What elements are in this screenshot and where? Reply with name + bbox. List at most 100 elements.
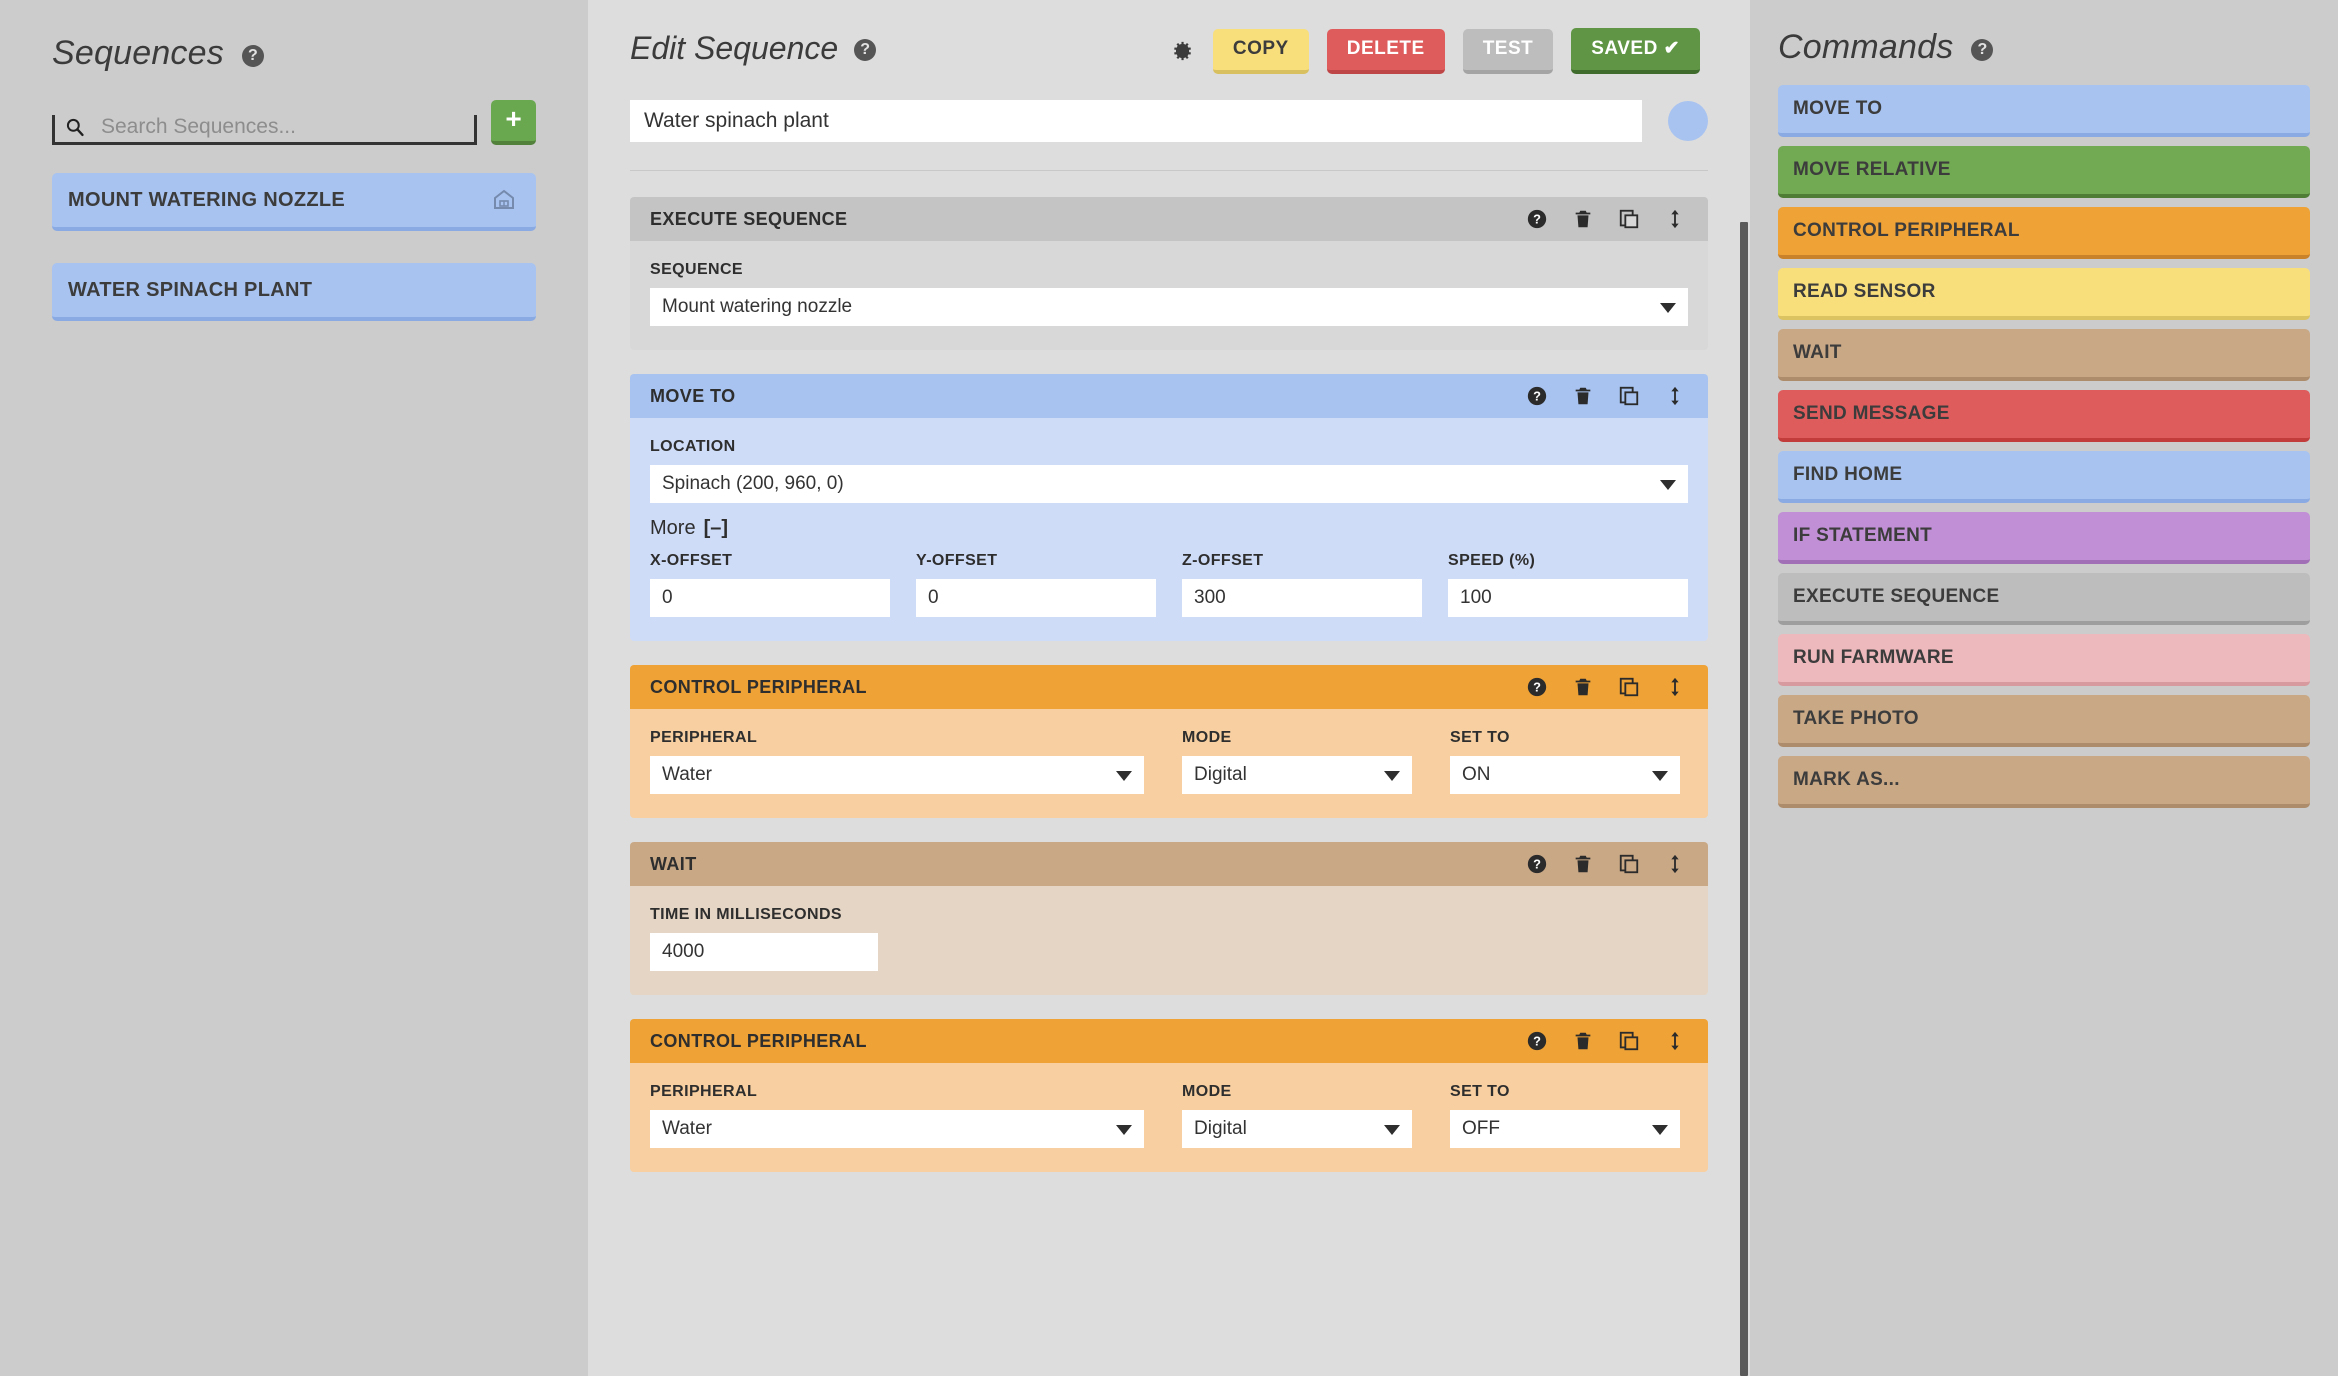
sequence-select-wrapper[interactable]: Mount watering nozzle: [650, 288, 1688, 326]
trash-icon[interactable]: [1572, 208, 1594, 230]
command-button[interactable]: MOVE TO: [1778, 85, 2310, 137]
location-select-wrapper[interactable]: Spinach (200, 960, 0): [650, 465, 1688, 503]
copy-icon[interactable]: [1618, 853, 1640, 875]
x-offset-input[interactable]: [650, 579, 890, 617]
field-label: SPEED (%): [1448, 552, 1688, 570]
test-button[interactable]: TEST: [1463, 29, 1554, 74]
command-button[interactable]: READ SENSOR: [1778, 268, 2310, 320]
collapse-icon: [–]: [704, 517, 728, 540]
help-circle-icon[interactable]: ?: [1526, 676, 1548, 698]
editor-title: Edit Sequence: [630, 30, 838, 67]
command-label: WAIT: [1793, 342, 1842, 364]
help-circle-icon[interactable]: ?: [854, 39, 876, 61]
copy-icon[interactable]: [1618, 385, 1640, 407]
command-button[interactable]: WAIT: [1778, 329, 2310, 381]
command-button[interactable]: IF STATEMENT: [1778, 512, 2310, 564]
help-circle-icon[interactable]: ?: [1971, 39, 1993, 61]
wait-time-input[interactable]: [650, 933, 878, 971]
more-toggle[interactable]: More [–]: [650, 517, 1688, 540]
trash-icon[interactable]: [1572, 385, 1594, 407]
copy-icon[interactable]: [1618, 1030, 1640, 1052]
help-circle-icon[interactable]: ?: [1526, 208, 1548, 230]
list-item[interactable]: WATER SPINACH PLANT: [52, 263, 536, 321]
trash-icon[interactable]: [1572, 676, 1594, 698]
scrollbar-thumb[interactable]: [1740, 222, 1748, 1376]
peripheral-fields: PERIPHERAL Water MODE Digital: [650, 729, 1688, 794]
app-root: Sequences ? + MOUNT WATERING NOZZLE: [0, 0, 2338, 1376]
z-offset-group: Z-OFFSET: [1182, 552, 1422, 617]
command-button[interactable]: TAKE PHOTO: [1778, 695, 2310, 747]
copy-icon[interactable]: [1618, 208, 1640, 230]
sequence-name-input[interactable]: [630, 100, 1642, 142]
trash-icon[interactable]: [1572, 853, 1594, 875]
peripheral-group: PERIPHERAL Water: [650, 1083, 1144, 1148]
up-down-arrow-icon[interactable]: [1664, 853, 1686, 875]
trash-icon[interactable]: [1572, 1030, 1594, 1052]
peripheral-group: PERIPHERAL Water: [650, 729, 1144, 794]
z-offset-input[interactable]: [1182, 579, 1422, 617]
search-field-wrapper[interactable]: [52, 115, 477, 145]
up-down-arrow-icon[interactable]: [1664, 385, 1686, 407]
copy-button[interactable]: COPY: [1213, 29, 1309, 74]
mode-select[interactable]: Digital: [1182, 756, 1412, 794]
add-sequence-button[interactable]: +: [491, 100, 536, 145]
step-body: SEQUENCE Mount watering nozzle: [630, 241, 1708, 350]
save-button[interactable]: SAVED ✔: [1571, 28, 1700, 74]
up-down-arrow-icon[interactable]: [1664, 676, 1686, 698]
command-label: EXECUTE SEQUENCE: [1793, 586, 1999, 608]
x-offset-group: X-OFFSET: [650, 552, 890, 617]
command-button[interactable]: EXECUTE SEQUENCE: [1778, 573, 2310, 625]
search-icon: [65, 117, 85, 137]
commands-title: Commands: [1778, 28, 1953, 67]
commands-panel: Commands ? MOVE TO MOVE RELATIVE CONTROL P…: [1750, 0, 2338, 1376]
search-input[interactable]: [101, 115, 474, 142]
command-label: FIND HOME: [1793, 464, 1902, 486]
set-to-select[interactable]: ON: [1450, 756, 1680, 794]
help-circle-icon[interactable]: ?: [1526, 385, 1548, 407]
location-select[interactable]: Spinach (200, 960, 0): [650, 465, 1688, 503]
archive-icon[interactable]: [492, 189, 516, 211]
field-label: X-OFFSET: [650, 552, 890, 570]
command-button[interactable]: MARK AS...: [1778, 756, 2310, 808]
step-control-peripheral: CONTROL PERIPHERAL ? PERIPHERAL Water: [630, 1019, 1708, 1172]
color-swatch[interactable]: [1668, 101, 1708, 141]
mode-select[interactable]: Digital: [1182, 1110, 1412, 1148]
up-down-arrow-icon[interactable]: [1664, 1030, 1686, 1052]
step-header: MOVE TO ?: [630, 374, 1708, 418]
editor-scrollbar[interactable]: [1738, 222, 1750, 1376]
help-circle-icon[interactable]: ?: [242, 45, 264, 67]
command-button[interactable]: CONTROL PERIPHERAL: [1778, 207, 2310, 259]
command-label: IF STATEMENT: [1793, 525, 1932, 547]
step-actions: ?: [1526, 853, 1686, 875]
set-to-select-wrapper[interactable]: OFF: [1450, 1110, 1680, 1148]
peripheral-select-wrapper[interactable]: Water: [650, 756, 1144, 794]
command-button[interactable]: MOVE RELATIVE: [1778, 146, 2310, 198]
copy-icon[interactable]: [1618, 676, 1640, 698]
mode-select-wrapper[interactable]: Digital: [1182, 1110, 1412, 1148]
y-offset-input[interactable]: [916, 579, 1156, 617]
help-circle-icon[interactable]: ?: [1526, 853, 1548, 875]
offset-fields: X-OFFSET Y-OFFSET Z-OFFSET SPEED (%: [650, 552, 1688, 617]
mode-select-wrapper[interactable]: Digital: [1182, 756, 1412, 794]
speed-input[interactable]: [1448, 579, 1688, 617]
peripheral-select-wrapper[interactable]: Water: [650, 1110, 1144, 1148]
step-actions: ?: [1526, 208, 1686, 230]
peripheral-select[interactable]: Water: [650, 756, 1144, 794]
command-button[interactable]: FIND HOME: [1778, 451, 2310, 503]
peripheral-select[interactable]: Water: [650, 1110, 1144, 1148]
step-title: MOVE TO: [650, 386, 735, 407]
command-button[interactable]: SEND MESSAGE: [1778, 390, 2310, 442]
delete-button[interactable]: DELETE: [1327, 29, 1445, 74]
svg-text:?: ?: [1533, 857, 1541, 872]
peripheral-fields: PERIPHERAL Water MODE Digital: [650, 1083, 1688, 1148]
set-to-select-wrapper[interactable]: ON: [1450, 756, 1680, 794]
command-button[interactable]: RUN FARMWARE: [1778, 634, 2310, 686]
up-down-arrow-icon[interactable]: [1664, 208, 1686, 230]
set-to-select[interactable]: OFF: [1450, 1110, 1680, 1148]
help-circle-icon[interactable]: ?: [1526, 1030, 1548, 1052]
field-label: SET TO: [1450, 729, 1680, 747]
list-item[interactable]: MOUNT WATERING NOZZLE: [52, 173, 536, 231]
sequence-select[interactable]: Mount watering nozzle: [650, 288, 1688, 326]
step-header: EXECUTE SEQUENCE ?: [630, 197, 1708, 241]
gear-icon[interactable]: [1169, 38, 1195, 64]
